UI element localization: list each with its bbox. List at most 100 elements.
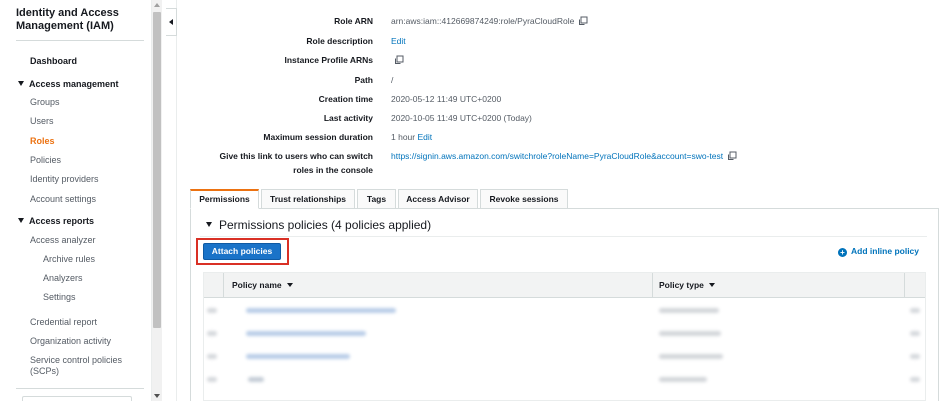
sidebar-item-identity-providers[interactable]: Identity providers [30,174,99,184]
blurred-cell [207,331,217,336]
table-row[interactable] [204,299,925,322]
sort-caret-icon [286,283,293,287]
tab-permissions[interactable]: Permissions [190,189,259,209]
max-session-duration-text: 1 hour [391,132,416,142]
max-session-duration-label: Maximum session duration [263,132,373,142]
role-arn-value: arn:aws:iam::412669874249:role/PyraCloud… [391,16,588,26]
blurred-cell [910,308,920,313]
sidebar-item-scps[interactable]: Service control policies (SCPs) [30,355,140,377]
column-divider [904,273,905,298]
sort-caret-icon [708,283,715,287]
blurred-policy-name[interactable] [246,354,350,359]
sidebar-divider [16,40,144,41]
column-header-label: Policy name [232,280,282,290]
sidebar-item-settings[interactable]: Settings [43,292,76,302]
switch-role-link[interactable]: https://signin.aws.amazon.com/switchrole… [391,151,723,161]
column-divider [652,273,653,298]
sidebar-item-policies[interactable]: Policies [30,155,61,165]
last-activity-label: Last activity [323,113,373,123]
scroll-thumb[interactable] [153,12,161,328]
permissions-policies-title: Permissions policies (4 policies applied… [219,218,432,232]
table-header: Policy name Policy type [204,273,925,298]
copy-icon[interactable] [394,55,404,65]
blurred-policy-name[interactable] [248,377,264,382]
max-session-edit-link[interactable]: Edit [417,132,432,142]
blurred-cell [207,377,217,382]
caret-down-icon [18,218,24,223]
table-row[interactable] [204,322,925,345]
section-label: Access management [29,79,119,89]
copy-icon[interactable] [727,151,737,161]
switch-role-link-label-line2: roles in the console [293,165,373,175]
role-description-edit-link[interactable]: Edit [391,36,406,46]
chevron-left-icon [169,19,173,25]
sidebar-footer-box [22,396,132,401]
scroll-down-arrow-icon[interactable] [154,394,160,398]
blurred-policy-type [659,331,721,336]
sidebar-item-access-analyzer[interactable]: Access analyzer [30,235,96,245]
role-tabs: Permissions Trust relationships Tags Acc… [190,189,939,209]
switch-role-link-label-line1: Give this link to users who can switch [219,151,373,161]
creation-time-label: Creation time [318,94,373,104]
sidebar-item-groups[interactable]: Groups [30,97,60,107]
max-session-duration-value: 1 hour Edit [391,132,432,142]
sidebar-divider [16,388,144,389]
sidebar-item-users[interactable]: Users [30,116,54,126]
last-activity-value: 2020-10-05 11:49 UTC+0200 (Today) [391,113,532,123]
column-header-policy-name[interactable]: Policy name [232,273,293,298]
creation-time-value: 2020-05-12 11:49 UTC+0200 [391,94,502,104]
sidebar: Identity and Access Management (IAM) Das… [0,0,152,401]
role-description-label: Role description [306,36,373,46]
switch-role-link-value: https://signin.aws.amazon.com/switchrole… [391,151,737,161]
tab-trust-relationships[interactable]: Trust relationships [261,189,355,209]
tab-revoke-sessions[interactable]: Revoke sessions [480,189,568,209]
sidebar-item-analyzers[interactable]: Analyzers [43,273,83,283]
blurred-cell [910,354,920,359]
blurred-policy-name[interactable] [246,308,396,313]
blurred-cell [910,377,920,382]
caret-down-icon [18,81,24,86]
sidebar-title: Identity and Access Management (IAM) [16,7,119,32]
sidebar-section-access-management[interactable]: Access management [18,79,119,89]
permissions-policies-header[interactable]: Permissions policies (4 policies applied… [206,218,431,232]
instance-profile-arns-label: Instance Profile ARNs [284,55,374,65]
caret-down-icon [206,222,212,227]
column-header-label: Policy type [659,280,704,290]
add-inline-policy-label: Add inline policy [851,246,920,256]
copy-icon[interactable] [578,16,588,26]
collapse-sidebar-button[interactable] [166,8,177,36]
sidebar-item-account-settings[interactable]: Account settings [30,194,96,204]
column-header-policy-type[interactable]: Policy type [659,273,715,298]
blurred-cell [910,331,920,336]
sidebar-item-dashboard[interactable]: Dashboard [30,56,77,66]
table-row[interactable] [204,345,925,368]
sidebar-item-roles[interactable]: Roles [30,136,55,146]
role-arn-text: arn:aws:iam::412669874249:role/PyraCloud… [391,16,575,26]
tab-tags[interactable]: Tags [357,189,396,209]
add-inline-policy-link[interactable]: + Add inline policy [838,246,919,257]
attach-policies-button[interactable]: Attach policies [203,243,281,260]
sidebar-item-archive-rules[interactable]: Archive rules [43,254,95,264]
tab-access-advisor[interactable]: Access Advisor [398,189,478,209]
panel-divider [200,236,927,237]
table-row[interactable] [204,368,925,391]
sidebar-scrollbar[interactable] [152,0,162,401]
sidebar-section-access-reports[interactable]: Access reports [18,216,94,226]
role-arn-label: Role ARN [334,16,373,26]
blurred-policy-type [659,308,719,313]
blurred-cell [207,308,217,313]
column-divider [223,273,224,298]
path-label: Path [354,75,373,85]
blurred-cell [207,354,217,359]
blurred-policy-name[interactable] [246,331,366,336]
scroll-up-arrow-icon[interactable] [154,3,160,7]
blurred-policy-type [659,354,723,359]
sidebar-item-organization-activity[interactable]: Organization activity [30,336,111,346]
content-divider [176,0,177,401]
instance-profile-arns-value [391,55,404,65]
sidebar-item-credential-report[interactable]: Credential report [30,317,97,327]
policies-table: Policy name Policy type [203,272,926,401]
path-value: / [391,75,394,85]
section-label: Access reports [29,216,95,226]
plus-circle-icon: + [838,248,847,257]
